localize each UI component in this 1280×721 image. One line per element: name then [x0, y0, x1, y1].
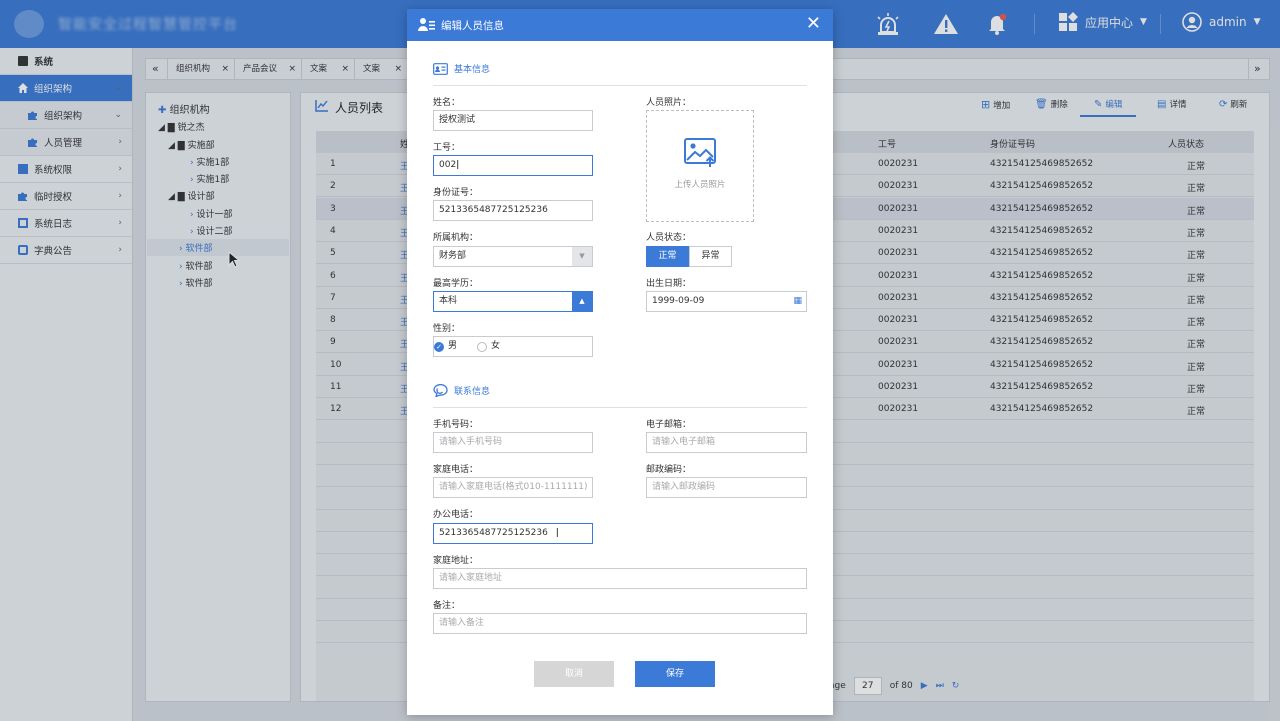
photo-upload-area[interactable]: 上传人员照片 [646, 110, 754, 222]
user-card-icon [418, 18, 435, 31]
remark-label: 备注： [433, 601, 461, 611]
emp-no-input[interactable]: 002| [433, 155, 593, 176]
chevron-down-icon[interactable]: ▼ [572, 247, 592, 266]
address-label: 家庭地址： [433, 556, 479, 566]
gender-label: 性别： [433, 324, 461, 334]
image-upload-icon [684, 138, 716, 167]
home-tel-input[interactable]: 请输入家庭电话(格式010-1111111) [433, 477, 593, 498]
id-no-input[interactable]: 5213365487725125236 [433, 200, 593, 221]
org-select[interactable]: 财务部 ▼ [433, 246, 593, 267]
dialog-header: 编辑人员信息 ✕ [407, 9, 833, 41]
birth-date-input[interactable]: 1999-09-09 ▦ [646, 291, 807, 312]
remark-input[interactable]: 请输入备注 [433, 613, 807, 634]
id-card-icon [433, 62, 448, 75]
chevron-up-icon[interactable]: ▲ [572, 292, 592, 311]
edit-staff-dialog: 编辑人员信息 ✕ 基本信息 姓名： 授权测试 工号： 002| 身份证号： 52… [407, 9, 833, 715]
emp-no-label: 工号： [433, 143, 461, 153]
photo-label: 人员照片： [646, 98, 692, 108]
home-tel-label: 家庭电话： [433, 465, 479, 475]
status-toggle: 正常 异常 [646, 246, 732, 267]
status-normal-option[interactable]: 正常 [646, 246, 689, 267]
id-no-label: 身份证号： [433, 188, 479, 198]
section-divider [433, 407, 807, 408]
office-tel-input[interactable]: 5213365487725125236 | [433, 523, 593, 544]
close-icon[interactable]: ✕ [806, 14, 821, 34]
status-abnormal-option[interactable]: 异常 [689, 246, 732, 267]
mobile-input[interactable]: 请输入手机号码 [433, 432, 593, 453]
save-button[interactable]: 保存 [635, 661, 715, 687]
address-input[interactable]: 请输入家庭地址 [433, 568, 807, 589]
name-input[interactable]: 授权测试 [433, 110, 593, 131]
photo-upload-text: 上传人员照片 [674, 180, 726, 190]
section-contact: 联系信息 [433, 384, 490, 397]
section-divider [433, 85, 807, 86]
gender-radio-group: ✓ 男 女 [433, 336, 593, 357]
cancel-button[interactable]: 取消 [534, 661, 614, 687]
zip-input[interactable]: 请输入邮政编码 [646, 477, 807, 498]
radio-unchecked-icon[interactable] [477, 341, 488, 352]
birth-label: 出生日期： [646, 279, 692, 289]
zip-label: 邮政编码： [646, 465, 692, 475]
calendar-icon[interactable]: ▦ [793, 292, 802, 311]
edu-select[interactable]: 本科 ▲ [433, 291, 593, 312]
org-label: 所属机构： [433, 233, 479, 243]
name-label: 姓名： [433, 98, 461, 108]
mobile-label: 手机号码： [433, 420, 479, 430]
email-input[interactable]: 请输入电子邮箱 [646, 432, 807, 453]
status-label: 人员状态： [646, 233, 692, 243]
edu-label: 最高学历： [433, 279, 479, 289]
office-tel-label: 办公电话： [433, 510, 479, 520]
section-basic: 基本信息 [433, 62, 490, 75]
radio-checked-icon[interactable]: ✓ [434, 341, 444, 352]
dialog-title: 编辑人员信息 [441, 20, 504, 32]
email-label: 电子邮箱： [646, 420, 692, 430]
contact-icon [433, 384, 448, 397]
